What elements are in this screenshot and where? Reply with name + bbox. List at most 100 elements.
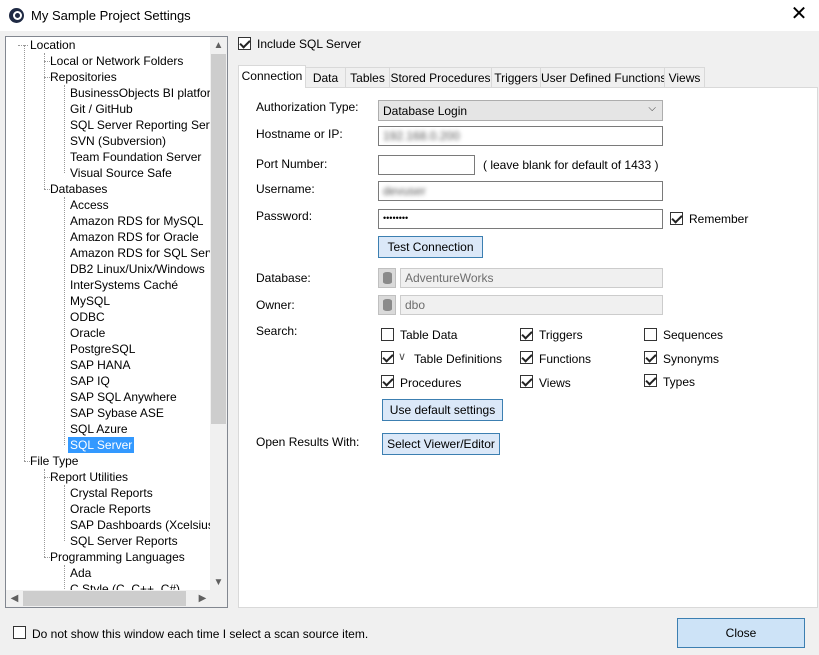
owner-browse-icon[interactable] [378, 295, 396, 315]
remember-checkbox[interactable] [670, 212, 683, 225]
owner-value: dbo [405, 298, 426, 312]
tab-views[interactable]: Views [664, 67, 705, 88]
tree-node-git[interactable]: Git / GitHub [68, 101, 135, 117]
filter-icon[interactable]: ∨ [398, 350, 406, 363]
procedures-checkbox[interactable] [381, 375, 394, 388]
hostname-value: 192.168.0.200 [383, 129, 460, 143]
tree-node-sap-dashboards[interactable]: SAP Dashboards (Xcelsius) [68, 517, 211, 533]
username-value: devuser [383, 184, 426, 198]
triggers-label: Triggers [539, 328, 583, 342]
scan-source-tree[interactable]: Location Local or Network Folders Reposi… [5, 36, 228, 608]
remember-label: Remember [689, 212, 749, 226]
tree-vertical-scroll-thumb[interactable] [211, 54, 226, 424]
tree-node-svn[interactable]: SVN (Subversion) [68, 133, 168, 149]
tree-node-oracle-reports[interactable]: Oracle Reports [68, 501, 153, 517]
tree-node-databases[interactable]: Databases [48, 181, 109, 197]
tree-node-tfs[interactable]: Team Foundation Server [68, 149, 203, 165]
window-title: My Sample Project Settings [31, 8, 191, 23]
tree-node-programming-languages[interactable]: Programming Languages [48, 549, 187, 565]
tree-node-rds-sqlserver[interactable]: Amazon RDS for SQL Server [68, 245, 211, 261]
tree-node-oracle[interactable]: Oracle [68, 325, 107, 341]
tree-horizontal-scroll-thumb[interactable] [23, 591, 186, 606]
port-hint: ( leave blank for default of 1433 ) [483, 158, 659, 172]
tree-node-report-utilities[interactable]: Report Utilities [48, 469, 130, 485]
tree-node-file-type[interactable]: File Type [28, 453, 80, 469]
tree-node-odbc[interactable]: ODBC [68, 309, 107, 325]
username-input[interactable]: devuser [378, 181, 663, 201]
scroll-up-icon[interactable]: ▲ [210, 37, 227, 54]
auth-type-value: Database Login [383, 104, 468, 118]
open-results-label: Open Results With: [256, 435, 360, 449]
sequences-checkbox[interactable] [644, 328, 657, 341]
app-logo-icon [9, 8, 24, 23]
tree-node-rds-mysql[interactable]: Amazon RDS for MySQL [68, 213, 205, 229]
table-definitions-label: Table Definitions [414, 352, 503, 366]
synonyms-checkbox[interactable] [644, 351, 657, 364]
tab-connection[interactable]: Connection [238, 65, 306, 88]
tree-node-location[interactable]: Location [28, 37, 77, 53]
tree-horizontal-scrollbar[interactable]: ◀ ▶ [6, 590, 211, 607]
tree-vertical-scrollbar[interactable]: ▲ ▼ [210, 37, 227, 591]
hostname-label: Hostname or IP: [256, 127, 343, 141]
scroll-down-icon[interactable]: ▼ [210, 574, 227, 591]
select-viewer-editor-button[interactable]: Select Viewer/Editor [382, 433, 500, 455]
triggers-checkbox[interactable] [520, 328, 533, 341]
password-value: •••••••• [383, 213, 409, 223]
tree-node-sap-sql-anywhere[interactable]: SAP SQL Anywhere [68, 389, 179, 405]
tab-data[interactable]: Data [305, 67, 346, 88]
owner-label: Owner: [256, 298, 295, 312]
functions-label: Functions [539, 352, 592, 366]
tree-node-local-folders[interactable]: Local or Network Folders [48, 53, 185, 69]
tree-node-intersystems[interactable]: InterSystems Caché [68, 277, 180, 293]
owner-input: dbo [400, 295, 663, 315]
table-definitions-checkbox[interactable] [381, 351, 394, 364]
tree-node-rds-oracle[interactable]: Amazon RDS for Oracle [68, 229, 201, 245]
tree-node-crystal-reports[interactable]: Crystal Reports [68, 485, 155, 501]
tree-node-sql-server-reports[interactable]: SQL Server Reports [68, 533, 180, 549]
tree-node-sql-server[interactable]: SQL Server [68, 437, 135, 453]
auth-type-select[interactable]: Database Login ⌵ [378, 100, 663, 121]
tree-node-access[interactable]: Access [68, 197, 111, 213]
scroll-left-icon[interactable]: ◀ [6, 590, 23, 607]
sequences-label: Sequences [663, 328, 724, 342]
tree-node-ada[interactable]: Ada [68, 565, 93, 581]
test-connection-button[interactable]: Test Connection [378, 236, 483, 258]
hostname-input[interactable]: 192.168.0.200 [378, 126, 663, 146]
tree-node-sap-hana[interactable]: SAP HANA [68, 357, 132, 373]
synonyms-label: Synonyms [663, 352, 720, 366]
tab-triggers[interactable]: Triggers [491, 67, 541, 88]
types-label: Types [663, 375, 696, 389]
do-not-show-checkbox[interactable] [13, 626, 26, 639]
tree-node-sql-azure[interactable]: SQL Azure [68, 421, 130, 437]
tree-node-ssrs[interactable]: SQL Server Reporting Service [68, 117, 211, 133]
tree-node-vss[interactable]: Visual Source Safe [68, 165, 174, 181]
auth-type-label: Authorization Type: [256, 100, 359, 114]
password-input[interactable]: •••••••• [378, 209, 663, 229]
tree-node-sap-sybase[interactable]: SAP Sybase ASE [68, 405, 166, 421]
tree-node-businessobjects[interactable]: BusinessObjects BI platform 4 [68, 85, 211, 101]
tree-node-mysql[interactable]: MySQL [68, 293, 112, 309]
close-button[interactable]: Close [677, 618, 805, 648]
functions-checkbox[interactable] [520, 351, 533, 364]
tab-stored-procedures[interactable]: Stored Procedures [389, 67, 492, 88]
port-label: Port Number: [256, 157, 328, 171]
include-sql-server-checkbox[interactable] [238, 37, 251, 50]
tab-user-defined-functions[interactable]: User Defined Functions [540, 67, 666, 88]
table-data-checkbox[interactable] [381, 328, 394, 341]
tree-node-db2[interactable]: DB2 Linux/Unix/Windows [68, 261, 207, 277]
tree-node-sap-iq[interactable]: SAP IQ [68, 373, 112, 389]
search-label: Search: [256, 324, 298, 338]
views-label: Views [539, 376, 571, 390]
database-browse-icon[interactable] [378, 268, 396, 288]
tree-node-postgresql[interactable]: PostgreSQL [68, 341, 137, 357]
close-window-icon[interactable]: ✕ [785, 2, 813, 28]
tab-tables[interactable]: Tables [345, 67, 390, 88]
tree-node-repositories[interactable]: Repositories [48, 69, 119, 85]
chevron-down-icon: ⌵ [648, 103, 656, 114]
views-checkbox[interactable] [520, 375, 533, 388]
scroll-right-icon[interactable]: ▶ [194, 590, 211, 607]
port-input[interactable] [378, 155, 475, 175]
types-checkbox[interactable] [644, 374, 657, 387]
include-sql-server-label: Include SQL Server [257, 37, 362, 51]
use-default-settings-button[interactable]: Use default settings [382, 399, 503, 421]
